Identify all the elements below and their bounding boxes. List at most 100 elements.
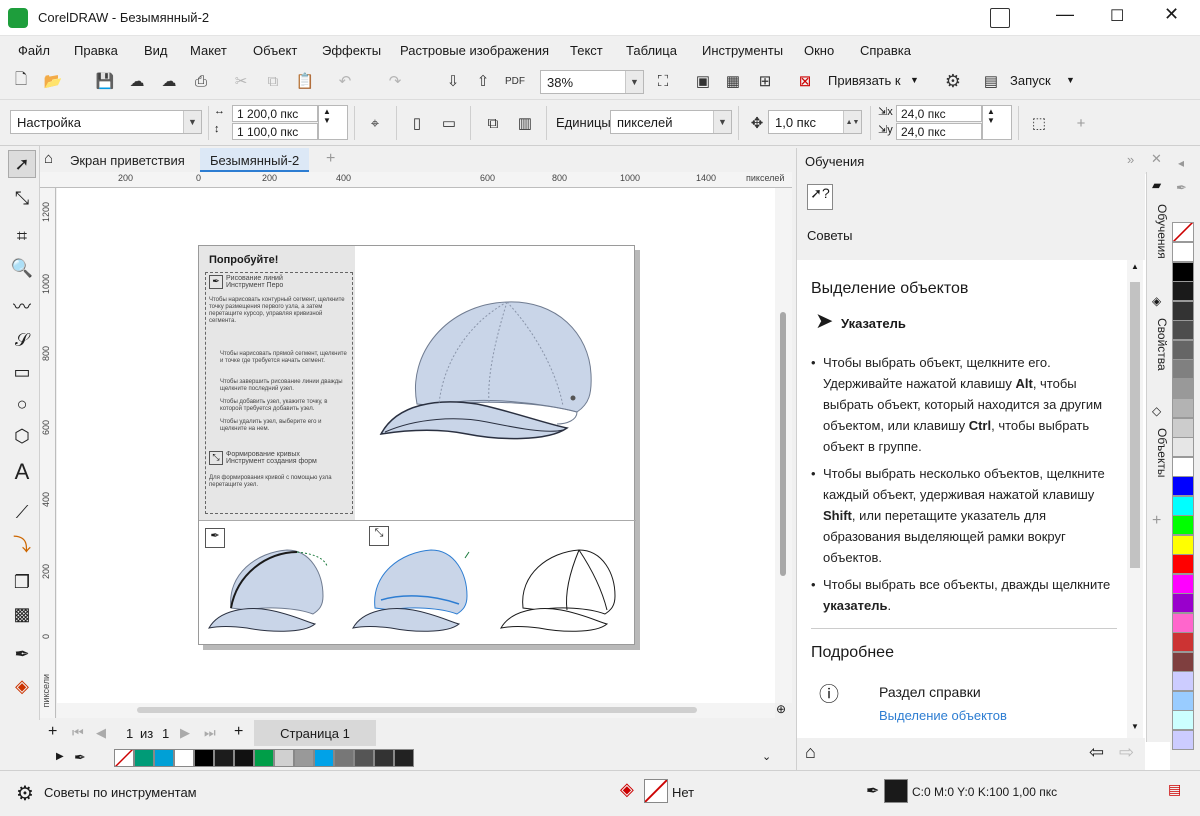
color-swatch[interactable] — [1172, 378, 1194, 399]
landscape-icon[interactable]: ▭ — [436, 110, 462, 136]
copy-icon[interactable]: ⧉ — [260, 68, 286, 94]
add-page-before-icon[interactable]: + — [48, 723, 57, 741]
chevron-up-icon[interactable]: ▲ — [1131, 262, 1139, 271]
zoom-combo[interactable]: 38% ▼ — [540, 70, 644, 94]
page-tab[interactable]: Страница 1 — [254, 720, 376, 746]
color-swatch[interactable] — [274, 749, 294, 767]
connector-tool-icon[interactable]: ⤵ — [8, 530, 36, 558]
color-swatch[interactable] — [1172, 398, 1194, 418]
open-icon[interactable]: 📂 — [40, 68, 66, 94]
palette-menu-icon[interactable]: ▶ — [56, 751, 64, 762]
menu-layout[interactable]: Макет — [190, 43, 227, 58]
color-swatch[interactable] — [214, 749, 234, 767]
add-icon[interactable]: + — [1068, 110, 1094, 136]
full-screen-preview-icon[interactable]: ▣ — [690, 68, 716, 94]
docker-scrollbar[interactable]: ▲ ▼ — [1127, 260, 1143, 738]
horizontal-ruler[interactable]: 200 0 200 400 600 800 1000 1200 1400 пик… — [40, 172, 792, 188]
menu-text[interactable]: Текст — [570, 43, 603, 58]
menu-object[interactable]: Объект — [253, 43, 297, 58]
collapse-docker-icon[interactable]: » — [1127, 152, 1134, 167]
duplicate-stepper[interactable]: ▲ ▼ — [982, 105, 1012, 140]
horizontal-scrollbar[interactable] — [57, 703, 775, 718]
color-swatch[interactable] — [1172, 515, 1194, 535]
tab-learn[interactable]: Обучения — [1149, 204, 1169, 259]
menu-bitmaps[interactable]: Растровые изображения — [400, 43, 549, 58]
color-swatch[interactable] — [1172, 320, 1194, 340]
close-docker-icon[interactable]: ✕ — [1151, 151, 1162, 167]
color-swatch[interactable] — [254, 749, 274, 767]
bleed-icon[interactable]: ⬚ — [1026, 110, 1052, 136]
add-tab-icon[interactable]: + — [326, 150, 335, 168]
tab-welcome-screen[interactable]: Экран приветствия — [60, 148, 195, 172]
duplicate-distance-x[interactable]: 24,0 пкс — [896, 105, 982, 122]
home-icon[interactable]: ⌂ — [44, 150, 53, 167]
scroll-thumb[interactable] — [780, 312, 786, 576]
page-width-field[interactable]: 1 200,0 пкс — [232, 105, 318, 122]
color-swatch[interactable] — [1172, 710, 1194, 730]
close-button[interactable]: ✕ — [1164, 4, 1179, 25]
save-icon[interactable]: 💾 — [92, 68, 118, 94]
import-icon[interactable]: ⇩ — [440, 68, 466, 94]
tab-properties[interactable]: Свойства — [1149, 318, 1169, 371]
transparency-tool-icon[interactable]: ▩ — [8, 600, 36, 628]
color-swatch[interactable] — [1172, 671, 1194, 691]
fill-swatch-none[interactable] — [644, 779, 668, 803]
swatch-none[interactable] — [1172, 222, 1194, 242]
color-swatch[interactable] — [1172, 495, 1194, 516]
color-swatch[interactable] — [1172, 554, 1194, 574]
new-document-icon[interactable]: 🗋 — [8, 68, 34, 94]
zoom-tool-icon[interactable]: 🔍 — [8, 254, 36, 282]
settings-gear-icon[interactable]: ⚙ — [940, 68, 966, 94]
menu-tools[interactable]: Инструменты — [702, 43, 783, 58]
crop-tool-icon[interactable]: ⌗ — [8, 222, 36, 250]
palette-pick-icon[interactable]: ◂ — [1178, 156, 1184, 170]
color-swatch[interactable] — [154, 749, 174, 767]
color-swatch[interactable] — [354, 749, 374, 767]
dimension-tool-icon[interactable]: ⟋ — [8, 498, 36, 526]
print-icon[interactable]: ⎙ — [188, 68, 214, 94]
current-page-icon[interactable]: ▥ — [512, 110, 538, 136]
minimize-button[interactable]: — — [1056, 4, 1074, 25]
color-swatch[interactable] — [1172, 632, 1194, 652]
chevron-down-icon[interactable]: ▼ — [910, 75, 919, 85]
color-swatch[interactable] — [1172, 534, 1194, 555]
chevron-down-icon[interactable]: ▼ — [1131, 722, 1139, 731]
all-pages-icon[interactable]: ⧉ — [480, 110, 506, 136]
guidelines-icon[interactable]: ⊞ — [752, 68, 778, 94]
color-swatch[interactable] — [134, 749, 154, 767]
menu-effects[interactable]: Эффекты — [322, 43, 381, 58]
tab-objects[interactable]: Объекты — [1149, 428, 1169, 478]
color-swatch[interactable] — [1172, 281, 1194, 301]
shape-tool-icon[interactable]: ⤡ — [8, 184, 36, 212]
color-swatch[interactable] — [334, 749, 354, 767]
text-tool-icon[interactable]: A — [8, 458, 36, 486]
color-swatch[interactable] — [1172, 476, 1194, 496]
next-page-icon[interactable]: ▶ — [180, 725, 190, 741]
units-combo[interactable]: пикселей ▼ — [610, 110, 732, 134]
outline-swatch[interactable] — [884, 779, 908, 803]
eyedropper-icon[interactable]: ✒ — [1176, 180, 1187, 196]
drop-shadow-icon[interactable]: ❐ — [8, 568, 36, 596]
freehand-tool-icon[interactable]: 〰 — [8, 292, 36, 320]
ellipse-tool-icon[interactable]: ○ — [8, 390, 36, 418]
color-swatch[interactable] — [394, 749, 414, 767]
portrait-icon[interactable]: ▯ — [404, 110, 430, 136]
color-swatch[interactable] — [1172, 456, 1194, 477]
cloud-download-icon[interactable]: ☁ — [124, 68, 150, 94]
page-settings-icon[interactable]: ⌖ — [362, 110, 388, 136]
color-swatch[interactable] — [1172, 573, 1194, 594]
zoom-fit-icon[interactable]: ⛶ — [650, 68, 676, 94]
tips-icon[interactable]: ➚? — [807, 184, 833, 210]
color-swatch[interactable] — [234, 749, 254, 767]
snap-off-icon[interactable]: ⊠ — [792, 68, 818, 94]
export-icon[interactable]: ⇧ — [470, 68, 496, 94]
fill-icon[interactable]: ◈ — [620, 779, 634, 800]
scroll-thumb[interactable] — [137, 707, 697, 713]
menu-table[interactable]: Таблица — [626, 43, 677, 58]
undo-icon[interactable]: ↶ — [332, 68, 358, 94]
color-swatch[interactable] — [294, 749, 314, 767]
tab-document[interactable]: Безымянный-2 — [200, 148, 310, 172]
maximize-button[interactable]: ☐ — [1110, 6, 1124, 26]
objects-tab-icon[interactable]: ◇ — [1152, 404, 1161, 418]
color-swatch[interactable] — [1172, 261, 1194, 282]
